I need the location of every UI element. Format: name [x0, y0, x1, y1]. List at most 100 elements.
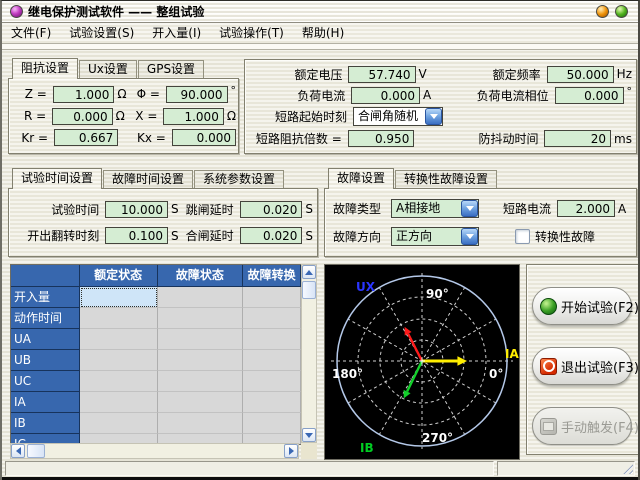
arrow-down-icon	[305, 433, 313, 438]
start-test-button[interactable]: 开始试验(F2)	[532, 287, 632, 325]
x-unit: Ω	[224, 109, 236, 123]
time-tabbar: 试验时间设置 故障时间设置 系统参数设置	[8, 168, 318, 188]
vertical-scrollbar[interactable]	[301, 264, 317, 443]
fault-type-dropdown-button[interactable]	[461, 200, 478, 217]
table-cell[interactable]	[158, 329, 244, 350]
row-header: UB	[11, 350, 80, 371]
statusbar	[2, 461, 638, 478]
menu-file[interactable]: 文件(F)	[2, 24, 60, 42]
close-delay-field[interactable]: 0.020	[240, 227, 303, 244]
table-cell[interactable]	[243, 371, 301, 392]
resize-grip[interactable]	[621, 462, 633, 474]
scroll-left-button[interactable]	[11, 444, 25, 458]
impedance-ratio-field[interactable]: 0.950	[348, 130, 415, 147]
UA-vector	[408, 334, 422, 361]
short-current-field[interactable]: 2.000	[557, 200, 615, 217]
short-start-dropdown[interactable]: 合闸角随机	[353, 107, 443, 126]
manual-trigger-label: 手动触发(F4)	[561, 417, 639, 436]
trip-delay-label: 跳闸延时	[186, 201, 234, 218]
trip-delay-field[interactable]: 0.020	[240, 201, 303, 218]
table-cell[interactable]	[80, 287, 158, 308]
exit-test-button[interactable]: 退出试验(F3)	[532, 347, 632, 385]
tab-ux-settings[interactable]: Ux设置	[79, 60, 137, 78]
titlebar: 继电保护测试软件 —— 整组试验	[2, 1, 638, 23]
rated-voltage-field[interactable]: 57.740	[348, 66, 415, 83]
tab-fault-settings[interactable]: 故障设置	[328, 168, 394, 189]
vertical-scroll-thumb[interactable]	[302, 281, 316, 299]
tab-impedance-settings[interactable]: 阻抗设置	[12, 58, 78, 79]
phi-field[interactable]: 90.000	[166, 86, 228, 103]
row-header: UC	[11, 371, 80, 392]
table-cell[interactable]	[158, 371, 244, 392]
menu-input-quantity[interactable]: 开入量(I)	[143, 24, 210, 42]
row-header: IB	[11, 413, 80, 434]
menubar: 文件(F) 试验设置(S) 开入量(I) 试验操作(T) 帮助(H)	[2, 23, 638, 43]
table-cell[interactable]	[80, 371, 158, 392]
table-cell[interactable]	[80, 350, 158, 371]
r-field[interactable]: 0.000	[52, 108, 112, 125]
horizontal-scroll-thumb[interactable]	[27, 444, 45, 458]
kx-field[interactable]: 0.000	[172, 129, 236, 146]
table-cell[interactable]	[243, 287, 301, 308]
short-start-dropdown-button[interactable]	[425, 108, 442, 125]
fault-direction-dropdown-button[interactable]	[461, 228, 478, 245]
table-cell[interactable]	[158, 392, 244, 413]
test-time-field[interactable]: 10.000	[105, 201, 168, 218]
tab-convert-fault-settings[interactable]: 转换性故障设置	[395, 170, 497, 188]
menu-help[interactable]: 帮助(H)	[293, 24, 353, 42]
table-cell[interactable]	[80, 308, 158, 329]
tab-gps-settings[interactable]: GPS设置	[138, 60, 204, 78]
table-row: UA	[11, 329, 301, 350]
kr-field[interactable]: 0.667	[54, 129, 118, 146]
scroll-down-button[interactable]	[302, 428, 316, 442]
fault-type-dropdown[interactable]: A相接地	[391, 199, 479, 218]
time-group: 试验时间设置 故障时间设置 系统参数设置 试验时间 10.000 S 跳闸延时 …	[8, 168, 318, 257]
table-cell[interactable]	[243, 413, 301, 434]
row-header: IA	[11, 392, 80, 413]
tab-test-time[interactable]: 试验时间设置	[12, 168, 102, 189]
load-current-field[interactable]: 0.000	[351, 87, 420, 104]
x-field[interactable]: 1.000	[163, 108, 223, 125]
table-cell[interactable]	[158, 350, 244, 371]
table-row: IB	[11, 413, 301, 434]
convert-fault-label: 转换性故障	[535, 228, 595, 245]
tab-fault-time[interactable]: 故障时间设置	[103, 170, 193, 188]
table-cell[interactable]	[80, 392, 158, 413]
z-field[interactable]: 1.000	[53, 86, 115, 103]
menu-test-settings[interactable]: 试验设置(S)	[60, 24, 143, 42]
fault-panel: 故障类型 A相接地 短路电流 2.000 A 故障方向 正方向	[324, 188, 637, 257]
scroll-right-button[interactable]	[284, 444, 298, 458]
horizontal-scrollbar[interactable]	[10, 443, 299, 459]
debounce-field[interactable]: 20	[544, 130, 611, 147]
close-button[interactable]	[615, 5, 628, 18]
deg-0-label: 0°	[489, 367, 503, 381]
table-cell[interactable]	[158, 413, 244, 434]
menu-test-operation[interactable]: 试验操作(T)	[210, 24, 293, 42]
test-time-unit: S	[168, 202, 186, 216]
rated-freq-field[interactable]: 50.000	[547, 66, 614, 83]
fault-group: 故障设置 转换性故障设置 故障类型 A相接地 短路电流 2.000 A 故障方向	[324, 168, 637, 257]
load-current-unit: A	[420, 88, 441, 102]
deg-270-label: 270°	[422, 431, 453, 445]
table-cell[interactable]	[80, 329, 158, 350]
phasor-plot: 90° 180° 0° 270° UX IA IB	[325, 265, 519, 459]
table-cell[interactable]	[243, 329, 301, 350]
window-title: 继电保护测试软件 —— 整组试验	[28, 3, 204, 20]
table-row: IA	[11, 392, 301, 413]
table-row: 开入量	[11, 287, 301, 308]
table-cell[interactable]	[243, 350, 301, 371]
minimize-button[interactable]	[596, 5, 609, 18]
table-cell[interactable]	[243, 308, 301, 329]
scroll-up-button[interactable]	[302, 265, 316, 279]
table-cell[interactable]	[243, 392, 301, 413]
convert-fault-checkbox[interactable]	[515, 229, 530, 244]
table-cell[interactable]	[158, 308, 244, 329]
fault-direction-dropdown[interactable]: 正方向	[391, 227, 479, 246]
tab-system-params[interactable]: 系统参数设置	[194, 170, 284, 188]
load-phase-field[interactable]: 0.000	[555, 87, 624, 104]
flip-time-field[interactable]: 0.100	[105, 227, 168, 244]
table-cell[interactable]	[80, 413, 158, 434]
table-cell[interactable]	[158, 287, 244, 308]
chevron-down-icon	[466, 206, 474, 211]
short-start-value: 合闸角随机	[354, 108, 425, 125]
